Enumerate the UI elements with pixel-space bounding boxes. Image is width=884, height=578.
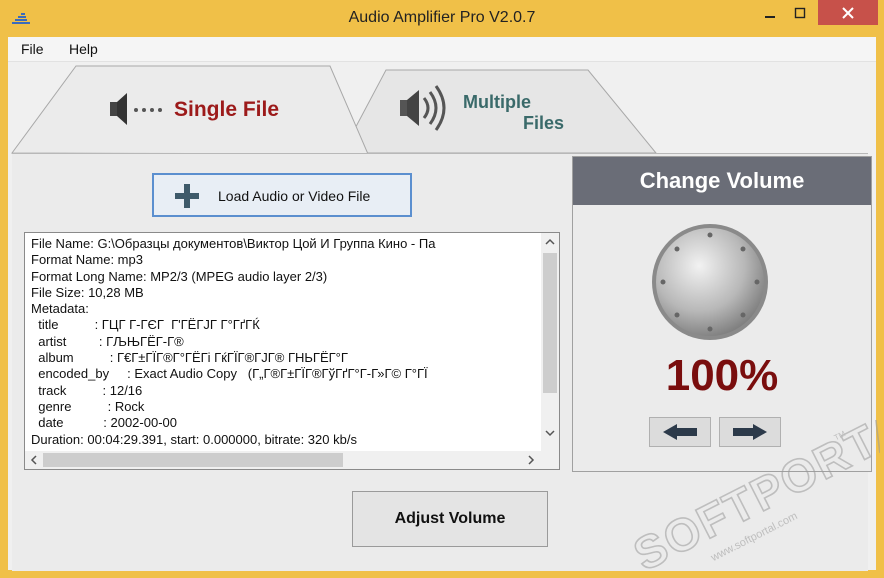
minimize-icon <box>765 15 775 18</box>
volume-panel: Change Volume 100% <box>572 156 872 472</box>
maximize-button[interactable] <box>786 0 814 25</box>
tab-strip <box>11 65 658 155</box>
scroll-down-icon[interactable] <box>545 429 555 437</box>
volume-increase-button[interactable] <box>719 417 781 447</box>
file-info-line: File Size: 10,28 MB <box>31 284 144 300</box>
load-file-button[interactable]: Load Audio or Video File <box>152 173 412 217</box>
file-info-line: album : Г€Г±ГЇГ®Г°ГЁГі ГќГЇГ®ГЈГ® ГНЬГЁГ… <box>31 350 348 366</box>
file-info-line: title : ГЦГ Г-ГЄГ Г'ГЁГЈГ Г°ГґГЌ <box>31 317 260 333</box>
file-info-line: Duration: 00:04:29.391, start: 0.000000,… <box>31 431 357 447</box>
volume-decrease-button[interactable] <box>649 417 711 447</box>
volume-knob-icon[interactable] <box>649 221 771 343</box>
menu-bar: File Help <box>8 37 876 62</box>
file-info-line: Format Long Name: MP2/3 (MPEG audio laye… <box>31 268 328 284</box>
arrow-right-icon <box>733 424 767 440</box>
file-info-line: Format Name: mp3 <box>31 252 143 268</box>
volume-percent: 100% <box>665 351 779 400</box>
menu-file[interactable]: File <box>21 41 44 57</box>
plus-icon <box>175 184 199 208</box>
vertical-scroll-thumb[interactable] <box>543 253 557 393</box>
window-title: Audio Amplifier Pro V2.0.7 <box>348 9 536 26</box>
file-info-line: artist : ГЉЊГЁГ-Г® <box>31 333 184 349</box>
client-area: Single File Multiple Files Load Audio or… <box>8 62 876 571</box>
close-button[interactable] <box>818 0 878 25</box>
file-info-line: File Name: G:\Образцы документов\Виктор … <box>31 236 436 251</box>
tab-single-label[interactable]: Single File <box>174 98 279 122</box>
maximize-icon <box>794 7 806 18</box>
file-info-line: Metadata: <box>31 301 89 317</box>
tab-multiple-label[interactable]: Multiple <box>463 92 531 113</box>
scroll-right-icon[interactable] <box>527 455 535 465</box>
volume-header: Change Volume <box>573 157 871 205</box>
scroll-left-icon[interactable] <box>30 455 38 465</box>
file-info-box[interactable]: File Name: G:\Образцы документов\Виктор … <box>24 232 560 470</box>
file-info-text: File Name: G:\Образцы документов\Виктор … <box>31 236 536 448</box>
menu-help[interactable]: Help <box>69 41 98 57</box>
scroll-up-icon[interactable] <box>545 238 555 246</box>
load-file-label: Load Audio or Video File <box>218 188 371 204</box>
horizontal-scrollbar[interactable] <box>25 451 559 469</box>
arrow-left-icon <box>663 424 697 440</box>
minimize-button[interactable] <box>756 0 784 25</box>
adjust-volume-button[interactable]: Adjust Volume <box>352 491 548 547</box>
title-bar: Audio Amplifier Pro V2.0.7 <box>0 0 884 37</box>
vertical-scrollbar[interactable] <box>541 233 559 452</box>
horizontal-scroll-thumb[interactable] <box>43 453 343 467</box>
file-info-line: date : 2002-00-00 <box>31 415 177 431</box>
close-icon <box>842 6 854 19</box>
file-info-line: encoded_by : Exact Audio Copy (Г„Г®Г±ГЇГ… <box>31 366 428 382</box>
file-info-line: track : 12/16 <box>31 382 143 398</box>
tab-multiple-label-2[interactable]: Files <box>523 113 564 134</box>
file-info-line: genre : Rock <box>31 398 145 414</box>
